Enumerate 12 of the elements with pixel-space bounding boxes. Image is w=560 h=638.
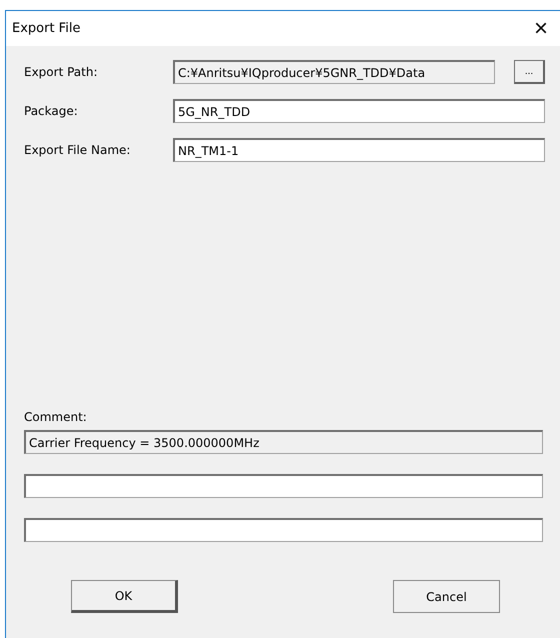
field-label: Export File Name:	[24, 143, 132, 157]
comment-label: Comment:	[24, 410, 88, 424]
field-label: Package:	[24, 104, 79, 118]
comment-field[interactable]	[24, 518, 543, 542]
text-field[interactable]: 5G_NR_TDD	[173, 99, 545, 123]
window-title: Export File	[12, 21, 80, 36]
text-field[interactable]: NR_TM1-1	[173, 138, 545, 162]
field-label: Export Path:	[24, 65, 98, 79]
ok-button[interactable]: OK	[71, 580, 178, 613]
comment-field[interactable]	[24, 474, 543, 498]
close-button[interactable]: ×	[526, 14, 556, 44]
cancel-button[interactable]: Cancel	[393, 580, 500, 613]
